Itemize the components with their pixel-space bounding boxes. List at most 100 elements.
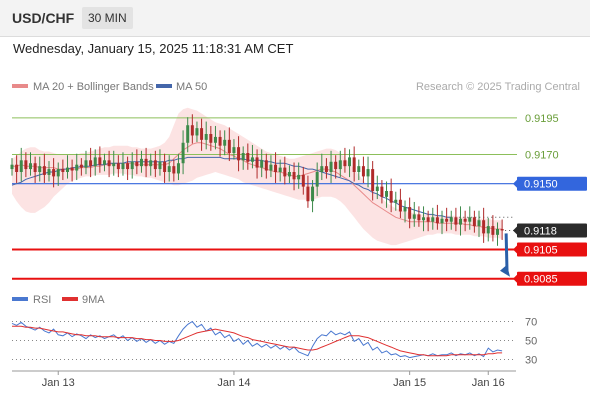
candle-body — [375, 186, 379, 191]
candle-body — [255, 157, 259, 168]
candle-body — [163, 161, 167, 172]
candle-body — [223, 139, 227, 146]
candle-body — [338, 160, 342, 170]
level-label-0.9085: 0.9085 — [524, 274, 558, 286]
candle-body — [301, 174, 305, 187]
candle-body — [98, 157, 102, 165]
candle-body — [135, 161, 139, 167]
candle-body — [408, 207, 412, 219]
level-label-0.9118: 0.9118 — [524, 225, 557, 237]
candle-body — [232, 147, 236, 153]
level-label-0.9170: 0.9170 — [525, 149, 559, 161]
forecast-arrow-head — [500, 264, 510, 277]
candle-body — [19, 160, 23, 172]
candle-body — [334, 161, 338, 170]
candle-body — [297, 174, 301, 180]
candle-body — [343, 160, 347, 167]
candle-body — [361, 166, 365, 177]
candle-body — [269, 164, 273, 171]
rsi-tick-30: 30 — [525, 355, 537, 367]
candle-body — [500, 229, 504, 231]
candle-body — [130, 161, 134, 170]
candle-body — [422, 217, 426, 221]
candle-body — [172, 166, 176, 174]
candle-body — [209, 134, 213, 143]
candle-body — [89, 160, 93, 167]
candle-body — [435, 217, 439, 224]
candle-body — [306, 186, 310, 202]
candle-body — [200, 128, 204, 140]
candle-body — [440, 218, 444, 224]
candle-body — [496, 229, 500, 235]
candle-body — [38, 166, 42, 172]
x-tick-label: Jan 13 — [42, 377, 75, 389]
candle-body — [84, 160, 88, 168]
candle-body — [431, 217, 435, 222]
candle-body — [278, 167, 282, 172]
candle-body — [329, 161, 333, 172]
ma50-legend-label: MA 50 — [176, 81, 207, 93]
candle-body — [52, 169, 56, 177]
candle-body — [139, 158, 143, 167]
ma9-legend-label: 9MA — [82, 294, 105, 306]
candle-body — [394, 199, 398, 203]
candle-body — [176, 163, 180, 174]
candle-body — [264, 160, 268, 171]
candle-body — [149, 160, 153, 167]
candle-body — [204, 134, 208, 140]
candle-body — [292, 172, 296, 180]
level-tag-pointer-0.9118 — [513, 226, 517, 235]
candle-body — [472, 217, 476, 227]
rsi-legend-label: RSI — [33, 294, 51, 306]
candle-body — [144, 158, 148, 167]
candle-body — [246, 153, 250, 162]
candle-body — [195, 128, 199, 136]
candle-body — [454, 217, 458, 225]
candle-body — [352, 157, 356, 172]
candle-body — [311, 186, 315, 202]
level-label-0.9150: 0.9150 — [524, 179, 558, 191]
candle-body — [445, 218, 449, 222]
candle-body — [426, 217, 430, 222]
level-tag-pointer-0.9150 — [513, 179, 517, 188]
candle-body — [398, 199, 402, 212]
candle-body — [385, 191, 389, 197]
candle-body — [70, 167, 74, 171]
x-tick-label: Jan 16 — [472, 377, 505, 389]
candle-body — [324, 166, 328, 172]
candle-body — [181, 142, 185, 164]
ma20-legend-swatch — [12, 84, 28, 88]
price-chart: MA 20 + Bollinger Bands MA 50 Research ©… — [10, 81, 587, 389]
candle-body — [28, 163, 32, 170]
candle-body — [56, 169, 60, 177]
candle-body — [260, 160, 264, 168]
candle-body — [477, 220, 481, 227]
candle-body — [417, 214, 421, 221]
candle-body — [227, 139, 231, 153]
candle-body — [112, 163, 116, 167]
candle-body — [412, 214, 416, 219]
candle-body — [482, 220, 486, 234]
rsi-line — [11, 320, 503, 359]
candle-body — [158, 161, 162, 170]
candle-body — [468, 217, 472, 222]
credit-label: Research © 2025 Trading Central — [416, 81, 580, 93]
candle-body — [107, 160, 111, 167]
candle-body — [47, 169, 51, 175]
candle-body — [371, 169, 375, 191]
candle-body — [126, 163, 130, 170]
candle-body — [320, 166, 324, 172]
candle-body — [93, 157, 97, 167]
candle-body — [315, 172, 319, 187]
candle-body — [65, 167, 69, 172]
candle-body — [42, 166, 46, 175]
candle-body — [380, 186, 384, 197]
x-tick-label: Jan 15 — [393, 377, 426, 389]
candle-body — [348, 157, 352, 167]
candle-body — [153, 160, 157, 170]
candle-body — [486, 226, 490, 234]
x-tick-label: Jan 14 — [217, 377, 250, 389]
candle-body — [213, 136, 217, 143]
candle-body — [366, 169, 370, 177]
ma9-legend-swatch — [62, 297, 78, 301]
